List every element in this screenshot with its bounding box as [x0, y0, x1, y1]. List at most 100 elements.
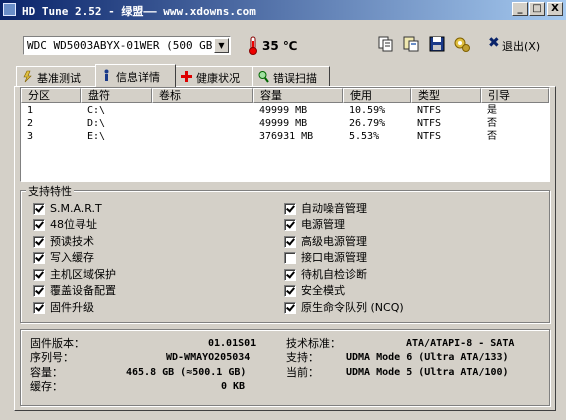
feature-label: 电源管理	[301, 218, 345, 231]
app-icon	[3, 3, 16, 16]
column-header[interactable]: 卷标	[152, 88, 253, 103]
feature-label: S.M.A.R.T	[50, 202, 102, 215]
exit-label: 退出(X)	[502, 40, 541, 53]
feature-label: 安全模式	[301, 284, 345, 297]
tab-label: 错误扫描	[273, 72, 317, 85]
checkbox[interactable]	[33, 252, 45, 264]
cell-usage: 10.59%	[349, 105, 386, 116]
feature-label: 48位寻址	[50, 218, 97, 231]
column-header[interactable]: 使用	[343, 88, 411, 103]
current-value: UDMA Mode 5 (Ultra ATA/100)	[346, 367, 509, 378]
scan-icon	[258, 71, 269, 83]
checkbox[interactable]	[284, 285, 296, 297]
cell-type: NTFS	[417, 131, 442, 142]
tab-health[interactable]: 健康状况	[175, 66, 253, 86]
checkbox[interactable]	[33, 302, 45, 314]
supported-value: UDMA Mode 6 (Ultra ATA/133)	[346, 352, 509, 363]
features-title: 支持特性	[26, 183, 74, 199]
standard-label: 技术标准：	[286, 337, 341, 350]
list-header: 分区 盘符 卷标 容量 使用 类型 引导	[21, 88, 549, 104]
info-icon	[104, 69, 109, 81]
cell-partition: 2	[27, 118, 34, 129]
cell-boot: 否	[487, 118, 497, 129]
column-header[interactable]: 盘符	[81, 88, 152, 103]
supported-label: 支持：	[286, 351, 319, 364]
thermometer-icon	[249, 36, 257, 55]
checkbox[interactable]	[284, 269, 296, 281]
partition-list[interactable]: 分区 盘符 卷标 容量 使用 类型 引导 1 C:\ 49999 MB 10.5…	[20, 87, 550, 182]
checkbox[interactable]	[33, 236, 45, 248]
cache-value: 0 KB	[221, 381, 246, 392]
feature-label: 固件升级	[50, 301, 94, 314]
cell-drive: D:\	[87, 118, 106, 129]
cell-capacity: 49999 MB	[259, 118, 308, 129]
checkbox[interactable]	[33, 285, 45, 297]
checkbox[interactable]	[284, 302, 296, 314]
feature-label: 写入缓存	[50, 251, 94, 264]
table-row[interactable]: 3 E:\ 376931 MB 5.53% NTFS 否	[21, 130, 549, 143]
cell-boot: 否	[487, 131, 497, 142]
checkbox[interactable]	[33, 203, 45, 215]
chevron-down-icon[interactable]: ▼	[214, 38, 229, 53]
column-header[interactable]: 类型	[411, 88, 481, 103]
tab-benchmark[interactable]: 基准测试	[16, 66, 96, 86]
tab-label: 健康状况	[196, 72, 240, 85]
drive-select[interactable]: WDC WD5003ABYX-01WER (500 GB) ▼	[23, 36, 231, 55]
serial-value: WD-WMAYO205034	[166, 352, 251, 363]
cell-drive: C:\	[87, 105, 106, 116]
maximize-button[interactable]: □	[529, 2, 545, 16]
column-header[interactable]: 引导	[481, 88, 549, 103]
standard-value: ATA/ATAPI-8 - SATA	[406, 338, 515, 349]
copy-screen-icon[interactable]	[402, 35, 420, 53]
cell-partition: 3	[27, 131, 34, 142]
firmware-label: 固件版本：	[30, 337, 85, 350]
benchmark-icon	[23, 70, 32, 83]
cell-boot: 是	[487, 105, 497, 116]
column-header[interactable]: 分区	[21, 88, 81, 103]
close-button[interactable]: X	[547, 2, 563, 16]
tab-label: 信息详情	[116, 71, 160, 84]
temperature-readout: 35 ℃	[262, 39, 298, 53]
drive-select-value: WDC WD5003ABYX-01WER (500 GB)	[27, 39, 220, 52]
feature-label: 高级电源管理	[301, 235, 367, 248]
checkbox[interactable]	[284, 236, 296, 248]
capacity-value: 465.8 GB (≈500.1 GB)	[126, 367, 247, 378]
tab-info[interactable]: 信息详情	[95, 64, 176, 87]
health-icon	[181, 71, 192, 82]
feature-label: 接口电源管理	[301, 251, 367, 264]
feature-label: 待机自检诊断	[301, 268, 367, 281]
table-row[interactable]: 1 C:\ 49999 MB 10.59% NTFS 是	[21, 104, 549, 117]
feature-label: 自动噪音管理	[301, 202, 367, 215]
cell-drive: E:\	[87, 131, 106, 142]
checkbox[interactable]	[33, 219, 45, 231]
checkbox[interactable]	[33, 269, 45, 281]
checkbox[interactable]	[284, 203, 296, 215]
title-bar[interactable]: HD Tune 2.52 - 绿盟—— www.xdowns.com _ □ X	[0, 0, 566, 20]
tab-error-scan[interactable]: 错误扫描	[252, 66, 330, 86]
window-title: HD Tune 2.52 - 绿盟—— www.xdowns.com	[22, 5, 256, 18]
feature-label: 原生命令队列 (NCQ)	[301, 301, 404, 314]
current-label: 当前：	[286, 366, 319, 379]
cell-type: NTFS	[417, 105, 442, 116]
save-icon[interactable]	[428, 35, 446, 53]
minimize-button[interactable]: _	[512, 2, 528, 16]
options-icon[interactable]	[453, 35, 471, 53]
checkbox[interactable]	[284, 252, 296, 264]
feature-label: 预读技术	[50, 235, 94, 248]
cache-label: 缓存：	[30, 380, 63, 393]
feature-label: 主机区域保护	[50, 268, 116, 281]
table-row[interactable]: 2 D:\ 49999 MB 26.79% NTFS 否	[21, 117, 549, 130]
column-header[interactable]: 容量	[253, 88, 343, 103]
serial-label: 序列号：	[30, 351, 74, 364]
exit-button[interactable]: ✖ 退出(X)	[486, 35, 550, 54]
capacity-label: 容量：	[30, 366, 63, 379]
cell-usage: 5.53%	[349, 131, 380, 142]
exit-icon: ✖	[488, 35, 500, 51]
tab-label: 基准测试	[37, 72, 81, 85]
firmware-value: 01.01S01	[208, 338, 257, 349]
copy-icon[interactable]	[376, 35, 394, 53]
checkbox[interactable]	[284, 219, 296, 231]
cell-capacity: 49999 MB	[259, 105, 308, 116]
cell-capacity: 376931 MB	[259, 131, 314, 142]
cell-type: NTFS	[417, 118, 442, 129]
